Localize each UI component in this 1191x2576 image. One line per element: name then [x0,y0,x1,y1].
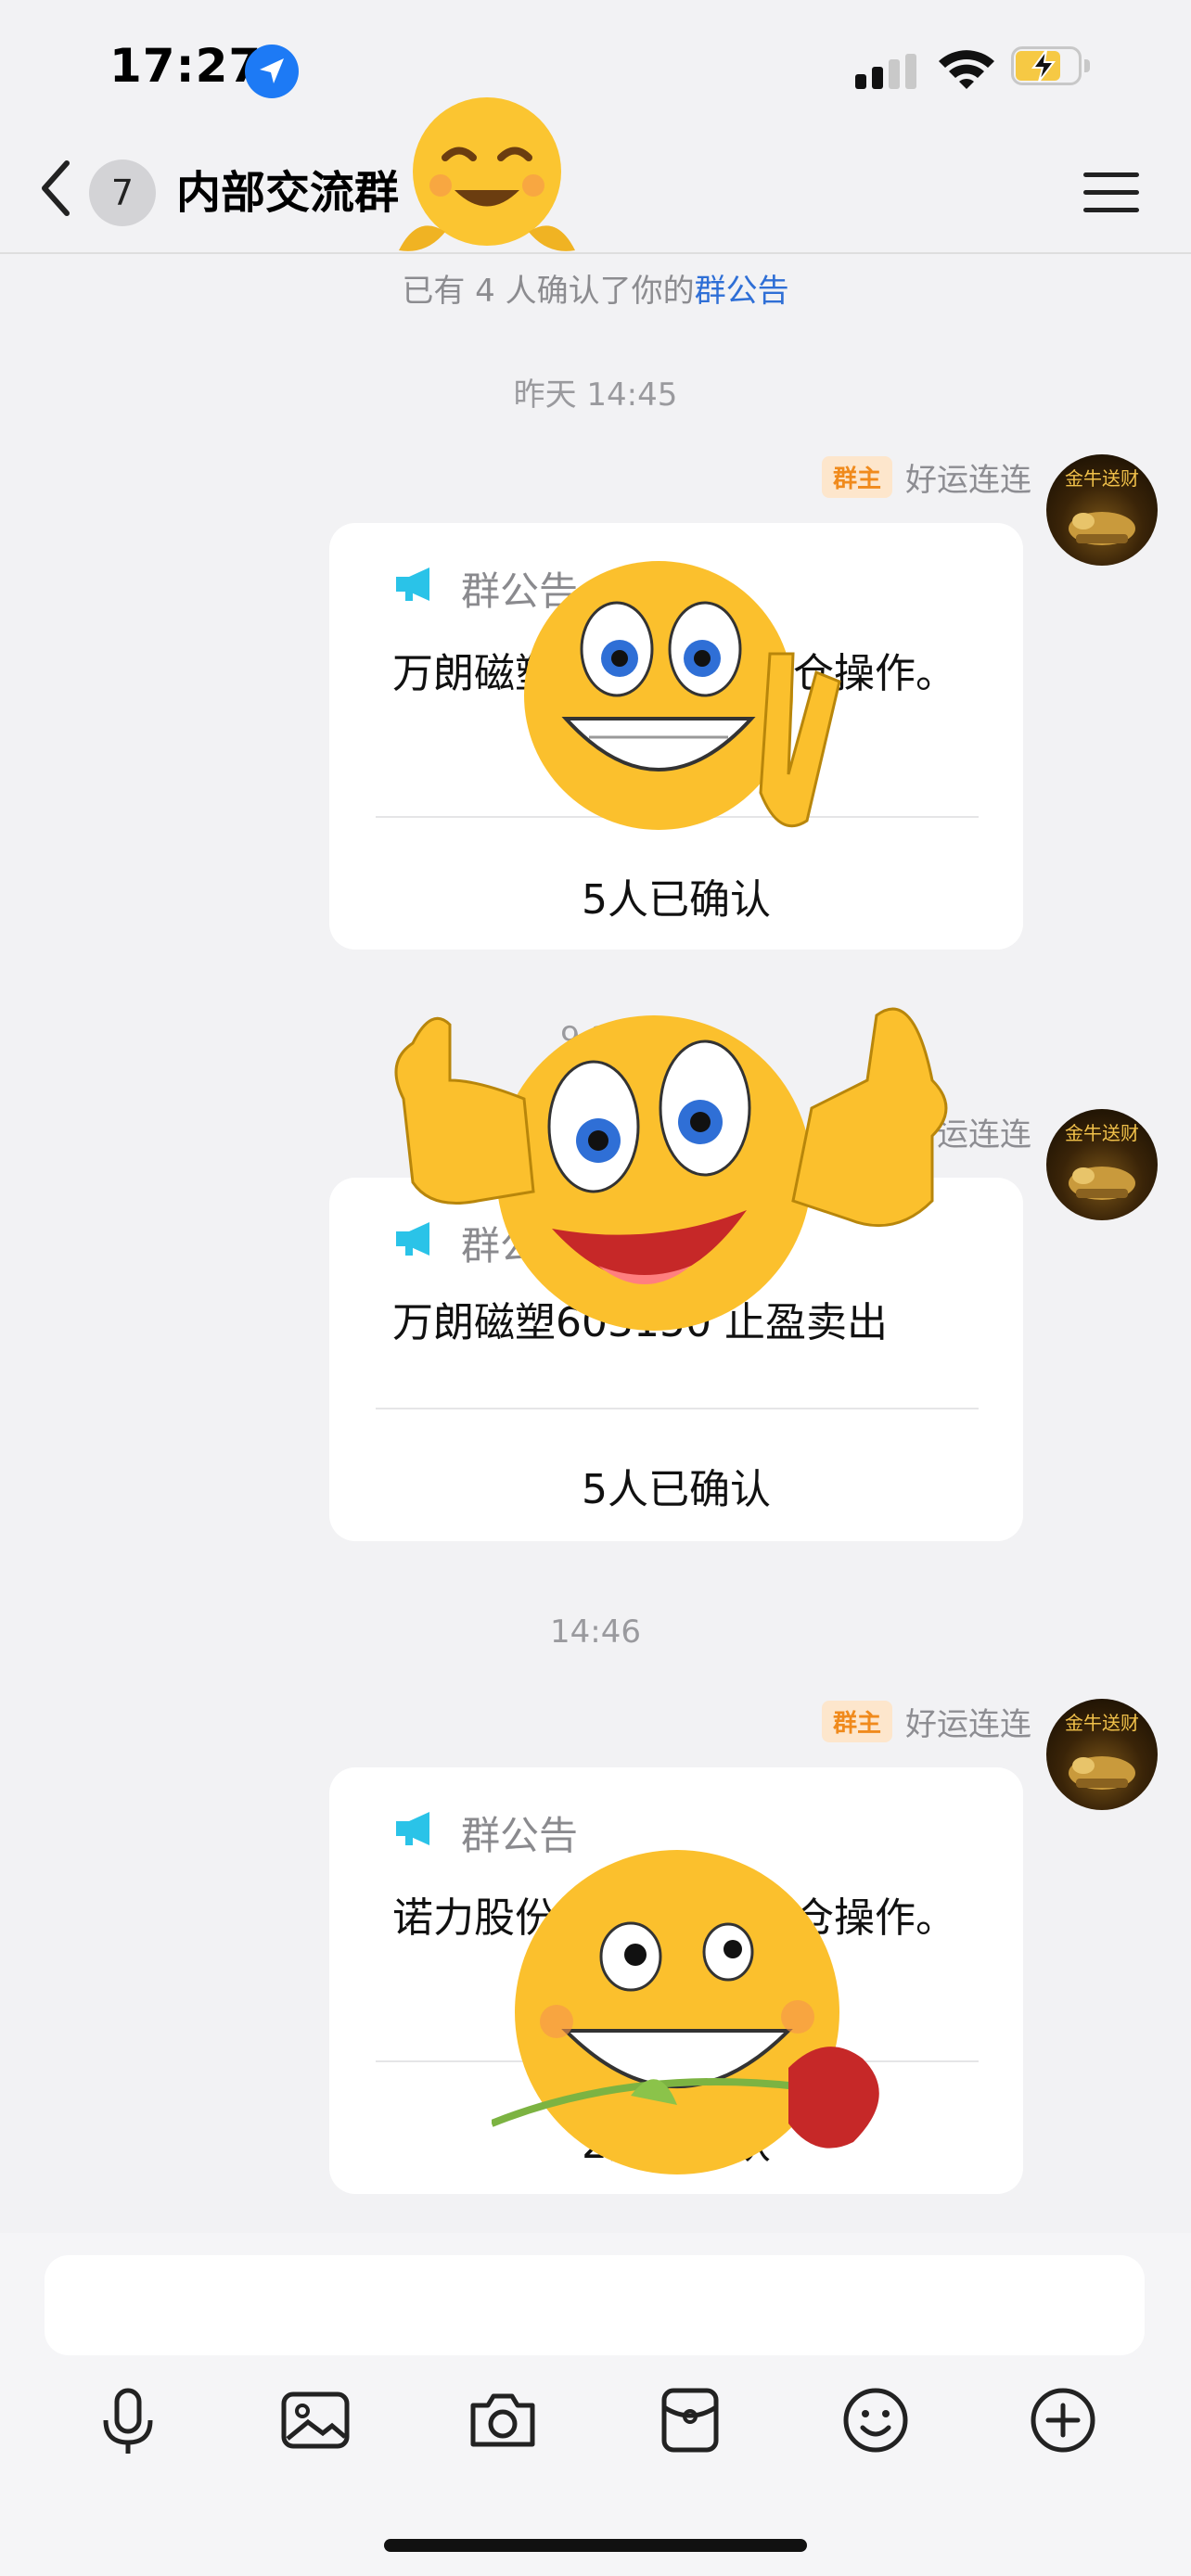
chat-title[interactable]: 内部交流群 [176,159,399,226]
status-time: 17:27 [109,39,263,93]
microphone-icon[interactable] [91,2383,165,2457]
thumbs-up-emoji-sticker [394,1007,948,1331]
status-bar: 17:27 [0,0,1191,139]
avatar[interactable]: 金牛送财 [1046,1109,1158,1220]
avatar-caption: 金牛送财 [1065,1122,1139,1144]
divider [376,1408,979,1409]
message-input[interactable] [45,2255,1145,2355]
avatar[interactable]: 金牛送财 [1046,1699,1158,1810]
confirm-count[interactable]: 5人已确认 [329,866,1023,925]
confirmation-system-message: 已有 4 人确认了你的群公告 [0,265,1191,311]
avatar[interactable]: 金牛送财 [1046,454,1158,566]
chat-header: 7 内部交流群 [0,139,1191,254]
unread-count-badge[interactable]: 7 [89,159,156,226]
sender-row: 群主好运连连 [821,1699,1031,1745]
avatar-caption: 金牛送财 [1065,467,1139,490]
wifi-icon [937,48,996,95]
sender-row: 群主好运连连 [821,454,1031,501]
input-area [0,2233,1191,2576]
cellular-signal-icon [855,54,920,95]
rose-grin-emoji-sticker [492,1850,879,2174]
emoji-icon[interactable] [839,2383,913,2457]
camera-icon[interactable] [466,2383,540,2457]
owner-tag: 群主 [821,456,892,498]
sender-name[interactable]: 好运连连 [905,1699,1031,1744]
megaphone-icon [396,1812,429,1845]
back-button[interactable] [33,156,80,221]
grin-victory-emoji-sticker [524,561,841,830]
system-message-text: 已有 4 人确认了你的 [402,273,695,310]
timestamp: 昨天 14:45 [513,376,678,414]
image-icon[interactable] [278,2383,352,2457]
plus-icon[interactable] [1026,2383,1100,2457]
home-indicator[interactable] [384,2539,807,2552]
red-packet-icon[interactable] [653,2383,727,2457]
battery-icon [1011,46,1095,89]
confirm-count[interactable]: 5人已确认 [329,1456,1023,1515]
owner-tag: 群主 [821,1701,892,1742]
menu-button[interactable] [1083,167,1139,219]
sender-name[interactable]: 好运连连 [905,454,1031,500]
timestamp: 14:46 [550,1613,641,1651]
avatar-caption: 金牛送财 [1065,1712,1139,1734]
location-arrow-icon [245,45,299,98]
megaphone-icon [396,567,429,601]
group-notice-link[interactable]: 群公告 [695,273,789,310]
hug-emoji-sticker [399,97,575,251]
